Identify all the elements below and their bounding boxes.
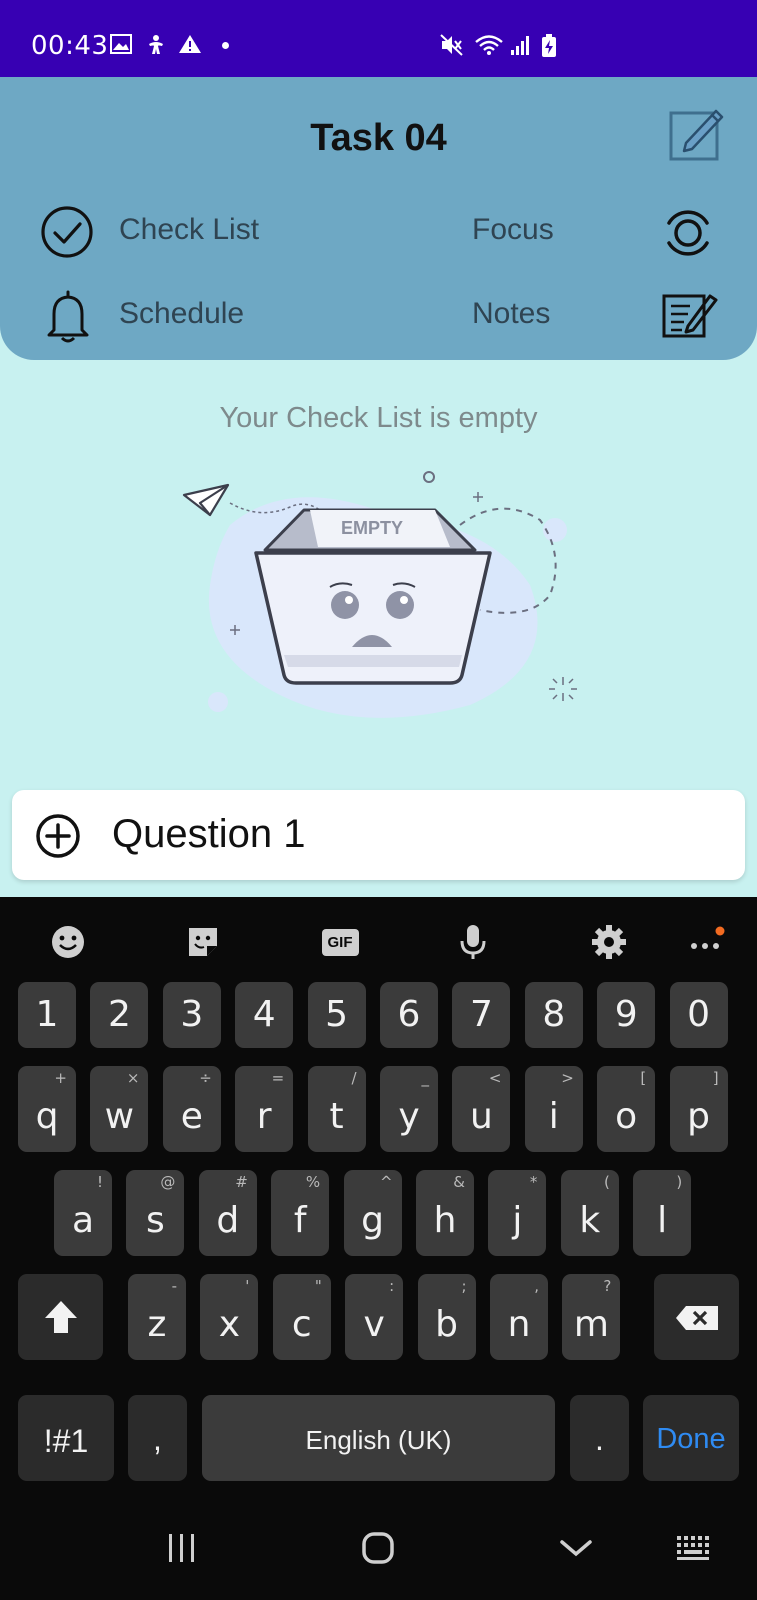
empty-message: Your Check List is empty <box>219 402 538 434</box>
key-1[interactable]: 1 <box>18 982 76 1048</box>
back-chevron-icon[interactable] <box>558 1530 594 1566</box>
shift-icon <box>45 1301 77 1333</box>
backspace-icon <box>676 1306 718 1330</box>
key-u[interactable]: < u <box>452 1066 511 1152</box>
key-7[interactable]: 7 <box>452 982 511 1048</box>
key-l[interactable]: ) l <box>633 1170 692 1256</box>
key-o[interactable]: [o <box>597 1066 656 1152</box>
wifi-icon <box>475 35 503 55</box>
check-circle-icon[interactable] <box>40 205 94 259</box>
key-a[interactable]: ! a <box>54 1170 112 1256</box>
key-k[interactable]: (k <box>560 1170 619 1256</box>
key-n[interactable]: ,n <box>490 1274 548 1360</box>
key-j[interactable]: * j <box>488 1170 547 1256</box>
key-c[interactable]: " c <box>272 1274 331 1360</box>
menu-focus[interactable]: Focus <box>472 213 554 247</box>
focus-icon[interactable] <box>661 206 715 260</box>
key-d[interactable]: # d <box>198 1170 257 1256</box>
symbols-key[interactable]: !#1 <box>18 1395 114 1481</box>
comma-key[interactable]: , <box>128 1395 187 1481</box>
key-4[interactable]: 4 <box>235 982 294 1048</box>
menu-schedule[interactable]: Schedule <box>119 297 244 331</box>
period-key[interactable]: . <box>570 1395 629 1481</box>
menu-notes[interactable]: Notes <box>472 297 550 331</box>
home-icon[interactable] <box>360 1530 396 1566</box>
key-g[interactable]: ^ g <box>343 1170 402 1256</box>
mic-icon[interactable] <box>448 917 498 967</box>
shift-key[interactable] <box>18 1274 103 1360</box>
dot-icon <box>222 42 229 49</box>
signal-icon <box>511 36 529 55</box>
status-bar: 00:43 <box>0 0 757 77</box>
recent-apps-icon[interactable] <box>163 1530 199 1566</box>
done-key[interactable]: Done <box>643 1395 739 1481</box>
notes-icon[interactable] <box>662 292 718 340</box>
image-icon <box>110 34 132 54</box>
key-q[interactable]: + q <box>18 1066 76 1152</box>
key-z[interactable]: -z <box>128 1274 186 1360</box>
key-i[interactable]: > i <box>524 1066 583 1152</box>
key-w[interactable]: × w <box>90 1066 149 1152</box>
task-header: Task 04 Check List Focus Schedule Notes <box>0 77 757 360</box>
empty-box-illustration: EMPTY <box>182 471 577 718</box>
accessibility-icon <box>149 35 163 54</box>
key-v[interactable]: :v <box>345 1274 404 1360</box>
battery-charging-icon <box>542 34 556 57</box>
key-5[interactable]: 5 <box>307 982 366 1048</box>
keyboard: GIF 1 2 3 4 5 6 7 8 9 0 + q × w ÷ e = r / t _ y < u > i[o] p ! a @ s # d… <box>0 897 757 1600</box>
navigation-bar <box>0 1505 757 1600</box>
emoji-icon[interactable] <box>43 917 93 967</box>
keyboard-hide-icon[interactable] <box>675 1530 713 1566</box>
key-x[interactable]: ' x <box>200 1274 259 1360</box>
key-t[interactable]: / t <box>307 1066 366 1152</box>
edit-icon[interactable] <box>668 105 726 163</box>
more-icon[interactable] <box>681 917 731 967</box>
key-s[interactable]: @ s <box>126 1170 185 1256</box>
key-y[interactable]: _ y <box>380 1066 438 1152</box>
key-m[interactable]: ? m <box>562 1274 621 1360</box>
key-8[interactable]: 8 <box>524 982 583 1048</box>
new-item-card <box>12 790 745 880</box>
key-6[interactable]: 6 <box>380 982 438 1048</box>
space-key[interactable]: English (UK) <box>202 1395 555 1481</box>
key-0[interactable]: 0 <box>669 982 728 1048</box>
key-2[interactable]: 2 <box>90 982 149 1048</box>
key-b[interactable]: ; b <box>417 1274 476 1360</box>
settings-icon[interactable] <box>584 917 634 967</box>
mute-icon <box>440 34 463 56</box>
menu-check-list[interactable]: Check List <box>119 213 259 247</box>
key-9[interactable]: 9 <box>597 982 656 1048</box>
key-h[interactable]: & h <box>416 1170 474 1256</box>
empty-box-label: EMPTY <box>341 518 403 538</box>
key-p[interactable]: ] p <box>669 1066 728 1152</box>
page-title: Task 04 <box>310 117 447 159</box>
warning-icon <box>179 35 201 53</box>
backspace-key[interactable] <box>654 1274 739 1360</box>
key-f[interactable]: % f <box>271 1170 330 1256</box>
gif-icon[interactable]: GIF <box>315 917 365 967</box>
key-r[interactable]: = r <box>235 1066 294 1152</box>
bell-icon[interactable] <box>44 288 92 344</box>
add-circle-icon[interactable] <box>34 812 82 860</box>
status-time: 00:43 <box>31 31 109 61</box>
sticker-icon[interactable] <box>178 917 228 967</box>
key-e[interactable]: ÷ e <box>162 1066 221 1152</box>
key-3[interactable]: 3 <box>162 982 221 1048</box>
question-input[interactable] <box>112 802 712 866</box>
